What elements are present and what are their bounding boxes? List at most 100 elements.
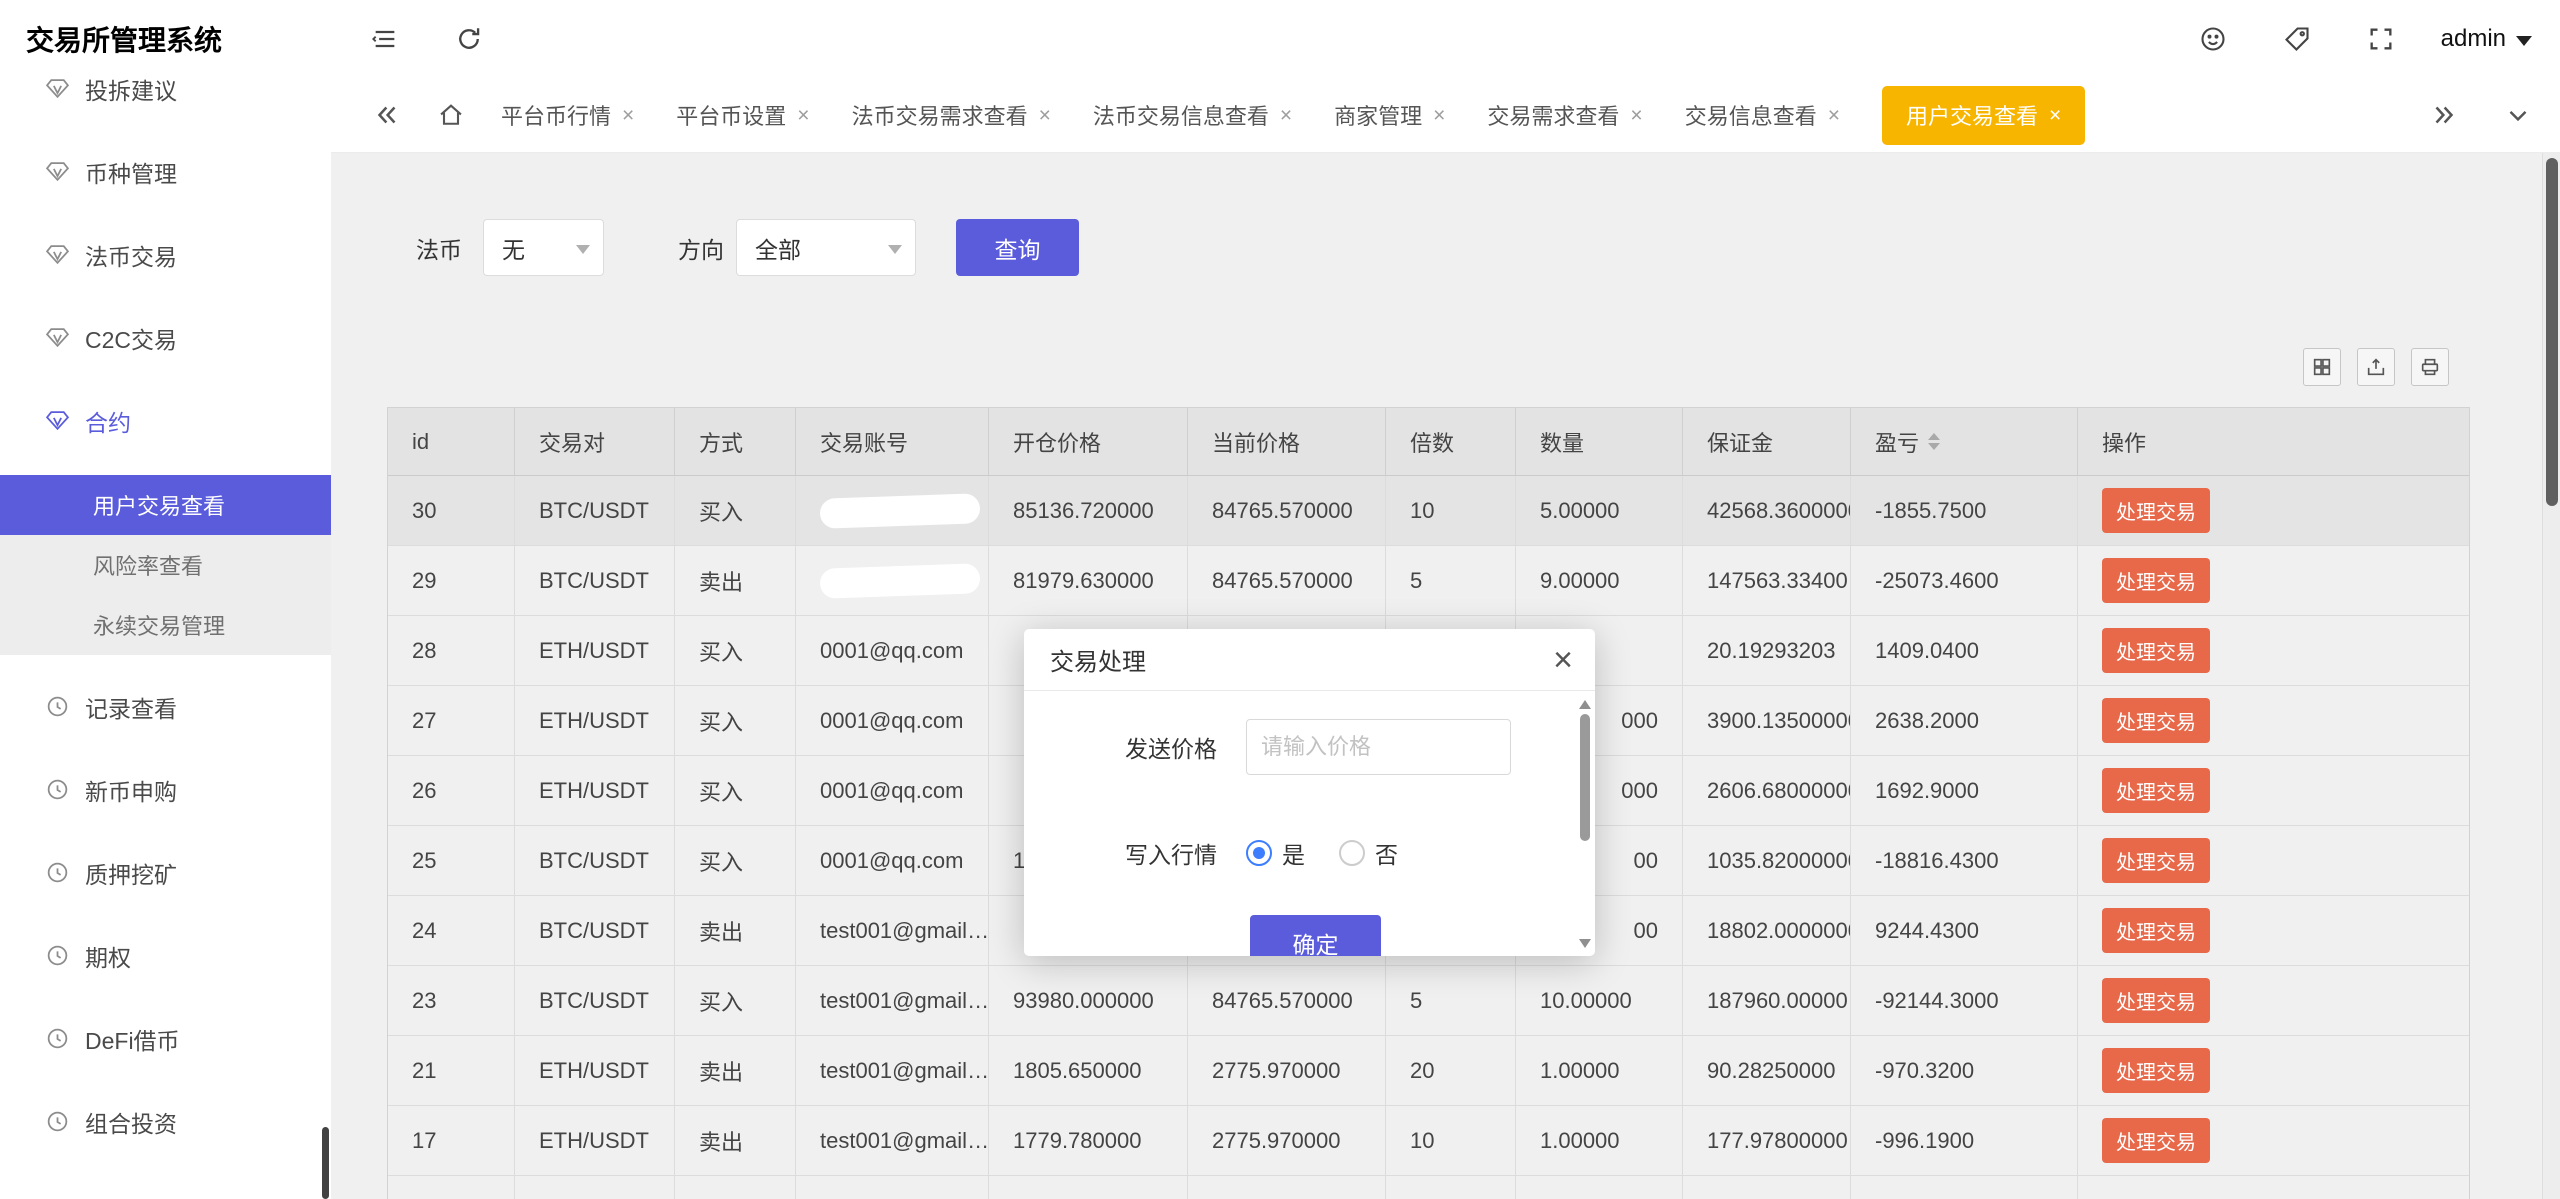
handle-trade-button[interactable]: 处理交易 <box>2102 628 2210 673</box>
currency-select[interactable]: 无 <box>483 219 604 276</box>
close-icon[interactable]: × <box>1553 643 1573 677</box>
sidebar-item-记录查看[interactable]: 记录查看 <box>0 665 331 748</box>
cell-open_price: 1805.650000 <box>989 1036 1188 1105</box>
scroll-down-icon[interactable] <box>1579 939 1591 954</box>
column-label: 保证金 <box>1707 430 1774 456</box>
tabs-forward-icon[interactable] <box>2422 93 2466 137</box>
cell-id: 30 <box>388 476 515 545</box>
tab-法币交易信息查看[interactable]: 法币交易信息查看 × <box>1093 99 1292 131</box>
scroll-up-icon[interactable] <box>1579 694 1591 709</box>
export-icon[interactable] <box>2357 348 2395 386</box>
tab-close-icon[interactable]: × <box>1039 105 1051 126</box>
tab-close-icon[interactable]: × <box>1828 105 1840 126</box>
face-icon[interactable] <box>2189 15 2237 63</box>
handle-trade-button[interactable]: 处理交易 <box>2102 838 2210 883</box>
sidebar-scrollbar-thumb[interactable] <box>322 1127 329 1199</box>
refresh-icon[interactable] <box>445 15 493 63</box>
direction-filter-label: 方向 <box>678 236 724 263</box>
cell-account <box>796 476 989 545</box>
tab-close-icon[interactable]: × <box>2049 105 2061 126</box>
cell-id: 23 <box>388 966 515 1035</box>
tab-label: 商家管理 <box>1334 104 1423 129</box>
cell-pair: ETH/USDT <box>515 616 675 685</box>
handle-trade-button[interactable]: 处理交易 <box>2102 1048 2210 1093</box>
cell-leverage: 10 <box>1386 476 1516 545</box>
cell-cur_price <box>1188 1176 1386 1199</box>
print-icon[interactable] <box>2411 348 2449 386</box>
app-header: 交易所管理系统 admin <box>0 0 2560 78</box>
column-header-margin: 保证金 <box>1683 408 1851 475</box>
sidebar-item-投拆建议[interactable]: 投拆建议 <box>0 78 331 130</box>
tab-close-icon[interactable]: × <box>797 105 809 126</box>
tab-用户交易查看[interactable]: 用户交易查看 × <box>1881 85 2086 145</box>
cell-side: 买入 <box>675 616 796 685</box>
radio-yes[interactable]: 是 <box>1246 836 1305 870</box>
sidebar-item-币种管理[interactable]: 币种管理 <box>0 130 331 213</box>
sort-icon[interactable] <box>1928 433 1941 450</box>
handle-trade-button[interactable]: 处理交易 <box>2102 558 2210 603</box>
handle-trade-button[interactable]: 处理交易 <box>2102 698 2210 743</box>
page-scrollbar[interactable] <box>2542 153 2560 1199</box>
handle-trade-button[interactable]: 处理交易 <box>2102 978 2210 1023</box>
tab-close-icon[interactable]: × <box>622 105 634 126</box>
confirm-button[interactable]: 确定 <box>1250 915 1381 956</box>
sidebar: 投拆建议币种管理法币交易 C2C交易 合约用户交易查看风险率查看 永续交易管理记录查看… <box>0 78 331 1199</box>
sidebar-item-label: 期权 <box>85 944 131 971</box>
sidebar-item-质押挖矿[interactable]: 质押挖矿 <box>0 831 331 914</box>
tab-商家管理[interactable]: 商家管理 × <box>1334 99 1445 131</box>
handle-trade-button[interactable]: 处理交易 <box>2102 1118 2210 1163</box>
tab-close-icon[interactable]: × <box>1280 105 1292 126</box>
handle-trade-button[interactable]: 处理交易 <box>2102 908 2210 953</box>
radio-no[interactable]: 否 <box>1339 836 1398 870</box>
sidebar-item-label: 币种管理 <box>85 160 177 187</box>
price-input[interactable] <box>1246 719 1511 775</box>
search-button[interactable]: 查询 <box>956 219 1079 276</box>
table-row: 17 ETH/USDT 卖出 test001@gmail… 1779.780000 277… <box>388 1106 2469 1176</box>
cell-action: 处理交易 <box>2078 1036 2469 1105</box>
sidebar-item-法币交易[interactable]: 法币交易 <box>0 213 331 296</box>
modal-scrollbar[interactable] <box>1578 694 1592 954</box>
home-icon[interactable] <box>429 93 473 137</box>
tabs-back-icon[interactable] <box>365 93 409 137</box>
cell-id: 25 <box>388 826 515 895</box>
cell-leverage: 10 <box>1386 1106 1516 1175</box>
table-row: 23 BTC/USDT 买入 test001@gmail… 93980.000000 84… <box>388 966 2469 1036</box>
column-header-account: 交易账号 <box>796 408 989 475</box>
handle-trade-button[interactable]: 处理交易 <box>2102 488 2210 533</box>
sidebar-item-新币申购[interactable]: 新币申购 <box>0 748 331 831</box>
tab-bar-controls <box>2422 93 2560 137</box>
cell-open_price <box>989 1176 1188 1199</box>
sidebar-item-label: 用户交易查看 <box>93 494 226 519</box>
modal-scrollbar-thumb[interactable] <box>1580 714 1590 841</box>
column-header-pnl[interactable]: 盈亏 <box>1851 408 2078 475</box>
cell-id: 28 <box>388 616 515 685</box>
sidebar-item-用户交易查看[interactable]: 用户交易查看 <box>0 475 331 535</box>
tab-交易信息查看[interactable]: 交易信息查看 × <box>1685 99 1840 131</box>
sidebar-item-风险率查看[interactable]: 风险率查看 <box>0 535 331 595</box>
tab-平台币行情[interactable]: 平台币行情 × <box>501 99 634 131</box>
cell-margin: 1035.82000000 <box>1683 826 1851 895</box>
grid-icon[interactable] <box>2303 348 2341 386</box>
tab-close-icon[interactable]: × <box>1630 105 1642 126</box>
user-menu[interactable]: admin <box>2441 25 2532 53</box>
sidebar-item-组合投资[interactable]: 组合投资 <box>0 1080 331 1163</box>
sidebar-item-永续交易管理[interactable]: 永续交易管理 <box>0 595 331 655</box>
column-label: 操作 <box>2102 430 2147 456</box>
sidebar-item-合约[interactable]: 合约 <box>0 379 331 462</box>
tab-交易需求查看[interactable]: 交易需求查看 × <box>1487 99 1642 131</box>
app-title: 交易所管理系统 <box>26 25 223 56</box>
sidebar-item-DeFi借币[interactable]: DeFi借币 <box>0 997 331 1080</box>
handle-trade-button[interactable]: 处理交易 <box>2102 768 2210 813</box>
sidebar-item-期权[interactable]: 期权 <box>0 914 331 997</box>
page-scrollbar-thumb[interactable] <box>2546 158 2558 506</box>
tabs-menu-chevron-icon[interactable] <box>2496 93 2540 137</box>
tab-法币交易需求查看[interactable]: 法币交易需求查看 × <box>852 99 1051 131</box>
tab-平台币设置[interactable]: 平台币设置 × <box>676 99 809 131</box>
cell-margin: 147563.33400… <box>1683 546 1851 615</box>
fullscreen-icon[interactable] <box>2357 15 2405 63</box>
tab-close-icon[interactable]: × <box>1433 105 1445 126</box>
tag-icon[interactable] <box>2273 15 2321 63</box>
direction-select[interactable]: 全部 <box>736 219 916 276</box>
sidebar-item-C2C交易[interactable]: C2C交易 <box>0 296 331 379</box>
collapse-menu-icon[interactable] <box>361 15 409 63</box>
